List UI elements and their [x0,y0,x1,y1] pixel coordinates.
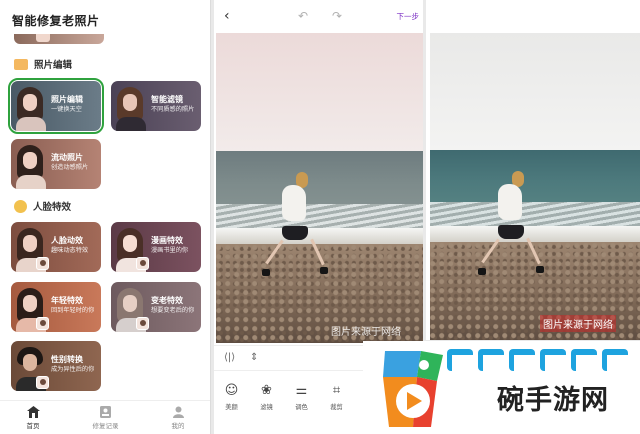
app-title: 智能修复老照片 [12,14,100,28]
tab-repair-record[interactable]: 修复记录 [92,405,119,430]
card-comic[interactable]: 漫画特效 漫画书里的你 [111,222,201,272]
card-face-anim[interactable]: 人脸动效 趣味动态特效 [11,222,101,272]
home-screen: 智能修复老照片 照片编辑 照片编辑 一键换天空 智能滤镜 不同质感的照片 流动照… [0,0,211,434]
card-live-photo[interactable]: 流动照片 创造动感照片 [11,139,101,189]
card-younger[interactable]: 年轻特效 回到年轻时的你 [11,282,101,332]
card-thumbnail [111,81,149,131]
mini-avatar-icon [36,257,49,270]
tool-label: 调色 [295,404,308,411]
tool-beauty[interactable]: ☺ 美颜 [214,383,249,434]
watermark-text: 图片来源于网络 [540,315,616,332]
card-subtitle: 回到年轻时的你 [51,307,95,314]
card-title: 性别转换 [51,355,83,364]
mini-avatar-icon [36,317,49,330]
crop-icon: ⌗ [332,383,341,398]
filter-icon: ❀ [261,383,272,398]
redo-icon[interactable]: ↷ [332,9,342,23]
result-photo: 图片来源于网络 [430,33,640,340]
tool-crop[interactable]: ⌗ 裁剪 [319,383,354,434]
card-older[interactable]: 变老特效 想要变老后的你 [111,282,201,332]
card-subtitle: 一键换天空 [51,106,82,113]
tab-label: 首页 [26,421,40,430]
card-title: 人脸动效 [51,236,83,245]
adjust-icon: ⚌ [295,383,308,398]
tab-home[interactable]: 首页 [26,405,40,430]
card-title: 变老特效 [151,296,183,305]
brand-logo-icon [383,351,443,427]
compare-horizontal-icon[interactable]: ⟨|⟩ [224,352,235,363]
brand-name: 碗手游网 [497,385,609,416]
tool-label: 裁剪 [330,404,343,411]
card-subtitle: 漫画书里的你 [151,247,189,254]
watermark-text: 图片来源于网络 [331,327,401,338]
back-arrow-icon[interactable]: ‹ [224,8,230,24]
mini-avatar-icon [36,376,49,389]
folder-icon [14,58,28,70]
card-title: 智能滤镜 [151,95,183,104]
record-icon [100,405,111,418]
card-subtitle: 创造动感照片 [51,164,89,171]
section-title: 人脸特效 [33,202,72,213]
edit-photo: 图片来源于网络 [216,33,423,343]
section-title: 照片编辑 [34,60,73,71]
tab-label: 修复记录 [92,421,119,430]
editor-top-bar: ‹ ↶ ↷ 下一步 [214,0,423,33]
card-title: 漫画特效 [151,236,183,245]
mini-avatar-icon [136,317,149,330]
section-face-effects: 人脸特效 [14,199,71,213]
card-title: 流动照片 [51,153,83,162]
compare-vertical-icon[interactable]: ⇕ [250,352,258,363]
tool-label: 滤镜 [260,404,273,411]
tool-adjust[interactable]: ⚌ 调色 [284,383,319,434]
card-subtitle: 成为异性后的你 [51,366,95,373]
next-step-button[interactable]: 下一步 [397,11,420,22]
card-subtitle: 想要变老后的你 [151,307,195,314]
user-icon [172,406,184,418]
home-icon [26,405,40,418]
face-icon [14,199,27,213]
card-thumbnail [11,81,49,131]
card-thumbnail [11,139,49,189]
tab-label: 我的 [171,421,185,430]
tab-mine[interactable]: 我的 [172,406,185,430]
tool-label: 美颜 [225,404,238,411]
card-subtitle: 不同质感的照片 [151,106,195,113]
bottom-tab-bar: 首页 修复记录 我的 [0,400,210,434]
card-photo-edit[interactable]: 照片编辑 一键换天空 [8,78,104,134]
card-gender[interactable]: 性别转换 成为异性后的你 [11,341,101,391]
face-beauty-icon: ☺ [224,383,239,398]
undo-icon[interactable]: ↶ [298,9,308,23]
brand-banner-decoration [447,349,637,371]
result-preview: 图片来源于网络 [426,0,640,340]
brand-watermark: 碗手游网 [363,341,640,434]
scrolled-card-peek [14,34,104,44]
card-subtitle: 趣味动态特效 [51,247,89,254]
card-title: 年轻特效 [51,296,83,305]
tool-filter[interactable]: ❀ 滤镜 [249,383,284,434]
screenshot-collage: 智能修复老照片 照片编辑 照片编辑 一键换天空 智能滤镜 不同质感的照片 流动照… [0,0,640,434]
mini-avatar-icon [136,257,149,270]
card-title: 照片编辑 [51,95,83,104]
card-smart-filter[interactable]: 智能滤镜 不同质感的照片 [111,81,201,131]
section-photo-edit: 照片编辑 [14,57,72,71]
